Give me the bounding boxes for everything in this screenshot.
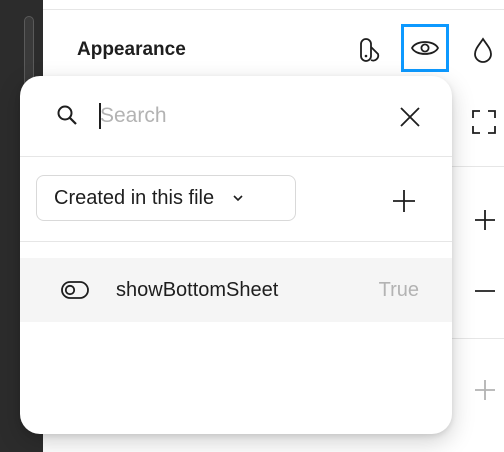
chevron-down-icon bbox=[233, 195, 243, 202]
variable-value: True bbox=[378, 279, 419, 301]
search-input[interactable] bbox=[98, 100, 400, 132]
search-bar bbox=[20, 76, 452, 157]
eye-icon bbox=[410, 41, 440, 55]
plus-icon bbox=[475, 380, 495, 400]
plus-icon bbox=[475, 210, 495, 230]
variable-mode-button[interactable] bbox=[346, 26, 394, 74]
add-button[interactable] bbox=[470, 205, 500, 235]
corner-radius-button[interactable] bbox=[469, 107, 499, 137]
variable-mode-icon bbox=[360, 38, 380, 62]
drop-icon bbox=[474, 37, 492, 63]
panel-divider bbox=[452, 338, 504, 339]
collection-filter-label: Created in this file bbox=[54, 186, 215, 209]
remove-button[interactable] bbox=[470, 276, 500, 306]
section-title: Appearance bbox=[77, 39, 186, 60]
visibility-toggle-button[interactable] bbox=[401, 24, 449, 72]
variable-picker-popover: Created in this file showBottomSheet Tru… bbox=[20, 76, 452, 434]
plus-icon bbox=[393, 190, 415, 212]
search-icon bbox=[57, 105, 77, 125]
collection-filter-dropdown[interactable]: Created in this file bbox=[36, 175, 296, 221]
create-variable-button[interactable] bbox=[388, 185, 420, 217]
variable-row[interactable]: showBottomSheet True bbox=[20, 258, 452, 322]
text-caret bbox=[99, 103, 101, 129]
minus-icon bbox=[475, 290, 495, 292]
fill-opacity-button[interactable] bbox=[462, 26, 504, 74]
close-icon bbox=[400, 107, 420, 127]
variable-name: showBottomSheet bbox=[116, 279, 279, 301]
panel-divider bbox=[43, 9, 504, 10]
clear-search-button[interactable] bbox=[396, 103, 424, 131]
add-button[interactable] bbox=[470, 375, 500, 405]
boolean-toggle-icon bbox=[61, 281, 89, 299]
panel-divider bbox=[452, 166, 504, 167]
corners-icon bbox=[472, 110, 496, 134]
